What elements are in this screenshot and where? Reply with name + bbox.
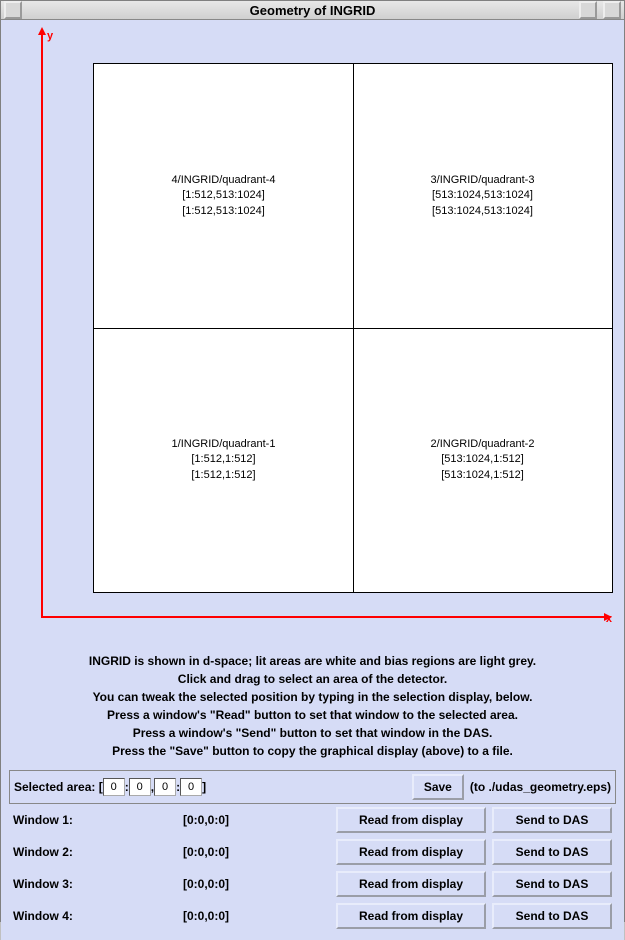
quadrant-name: 4/INGRID/quadrant-4 xyxy=(172,173,276,188)
quadrant-4[interactable]: 4/INGRID/quadrant-4 [1:512,513:1024] [1:… xyxy=(94,64,353,328)
instruction-line: Press a window's "Read" button to set th… xyxy=(13,706,612,724)
quadrant-range-1: [513:1024,513:1024] xyxy=(432,188,533,203)
send-to-das-button[interactable]: Send to DAS xyxy=(492,839,612,865)
window-4-row: Window 4: [0:0,0:0] Read from display Se… xyxy=(9,900,616,932)
sel-end: ] xyxy=(202,780,206,794)
save-button[interactable]: Save xyxy=(412,774,464,800)
window-label: Window 2: xyxy=(13,845,183,859)
window-range: [0:0,0:0] xyxy=(183,877,336,891)
read-from-display-button[interactable]: Read from display xyxy=(336,807,486,833)
window-label: Window 1: xyxy=(13,813,183,827)
window-label: Window 3: xyxy=(13,877,183,891)
save-hint: (to ./udas_geometry.eps) xyxy=(470,780,611,794)
quadrant-name: 3/INGRID/quadrant-3 xyxy=(431,173,535,188)
window-range: [0:0,0:0] xyxy=(183,909,336,923)
read-from-display-button[interactable]: Read from display xyxy=(336,903,486,929)
y-axis xyxy=(41,33,43,618)
send-to-das-button[interactable]: Send to DAS xyxy=(492,807,612,833)
selected-area-label: Selected area: [ xyxy=(14,780,103,794)
instruction-line: Press a window's "Send" button to set th… xyxy=(13,724,612,742)
send-to-das-button[interactable]: Send to DAS xyxy=(492,871,612,897)
window-range: [0:0,0:0] xyxy=(183,845,336,859)
quadrant-range-2: [513:1024,513:1024] xyxy=(432,204,533,219)
minimize-icon[interactable] xyxy=(579,1,597,19)
arrow-up-icon xyxy=(38,27,46,35)
window-3-row: Window 3: [0:0,0:0] Read from display Se… xyxy=(9,868,616,900)
quadrant-range-2: [1:512,1:512] xyxy=(191,468,255,483)
sel-x2-input[interactable] xyxy=(129,778,151,796)
read-from-display-button[interactable]: Read from display xyxy=(336,871,486,897)
instruction-line: Press the "Save" button to copy the grap… xyxy=(13,742,612,760)
window-menu-icon[interactable] xyxy=(4,1,22,19)
quadrant-range-2: [1:512,513:1024] xyxy=(182,204,265,219)
quadrant-name: 1/INGRID/quadrant-1 xyxy=(172,437,276,452)
instruction-line: Click and drag to select an area of the … xyxy=(13,670,612,688)
quadrant-range-2: [513:1024,1:512] xyxy=(441,468,524,483)
window-2-row: Window 2: [0:0,0:0] Read from display Se… xyxy=(9,836,616,868)
axes: 4/INGRID/quadrant-4 [1:512,513:1024] [1:… xyxy=(41,33,606,618)
sel-y2-input[interactable] xyxy=(180,778,202,796)
quadrant-range-1: [1:512,513:1024] xyxy=(182,188,265,203)
content: y x 4/INGRID/quadrant-4 [1:512,513:1024]… xyxy=(1,20,624,940)
quadrant-range-1: [513:1024,1:512] xyxy=(441,452,524,467)
read-from-display-button[interactable]: Read from display xyxy=(336,839,486,865)
instruction-line: INGRID is shown in d-space; lit areas ar… xyxy=(13,652,612,670)
x-axis xyxy=(41,616,606,618)
quadrant-name: 2/INGRID/quadrant-2 xyxy=(431,437,535,452)
detector-grid[interactable]: 4/INGRID/quadrant-4 [1:512,513:1024] [1:… xyxy=(93,63,613,593)
send-to-das-button[interactable]: Send to DAS xyxy=(492,903,612,929)
sel-y1-input[interactable] xyxy=(154,778,176,796)
instructions: INGRID is shown in d-space; lit areas ar… xyxy=(9,644,616,768)
selected-area-row: Selected area: [ : , : ] Save (to ./udas… xyxy=(9,770,616,804)
plot-area[interactable]: y x 4/INGRID/quadrant-4 [1:512,513:1024]… xyxy=(9,28,616,638)
quadrant-range-1: [1:512,1:512] xyxy=(191,452,255,467)
maximize-icon[interactable] xyxy=(603,1,621,19)
window-label: Window 4: xyxy=(13,909,183,923)
window-1-row: Window 1: [0:0,0:0] Read from display Se… xyxy=(9,804,616,836)
app-window: Geometry of INGRID y x 4/INGRID/quadrant… xyxy=(0,0,625,922)
titlebar[interactable]: Geometry of INGRID xyxy=(1,1,624,20)
instruction-line: You can tweak the selected position by t… xyxy=(13,688,612,706)
sel-x1-input[interactable] xyxy=(103,778,125,796)
quadrant-3[interactable]: 3/INGRID/quadrant-3 [513:1024,513:1024] … xyxy=(353,64,612,328)
quadrant-1[interactable]: 1/INGRID/quadrant-1 [1:512,1:512] [1:512… xyxy=(94,328,353,592)
window-title: Geometry of INGRID xyxy=(1,3,624,18)
arrow-right-icon xyxy=(604,613,612,621)
quadrant-2[interactable]: 2/INGRID/quadrant-2 [513:1024,1:512] [51… xyxy=(353,328,612,592)
window-range: [0:0,0:0] xyxy=(183,813,336,827)
